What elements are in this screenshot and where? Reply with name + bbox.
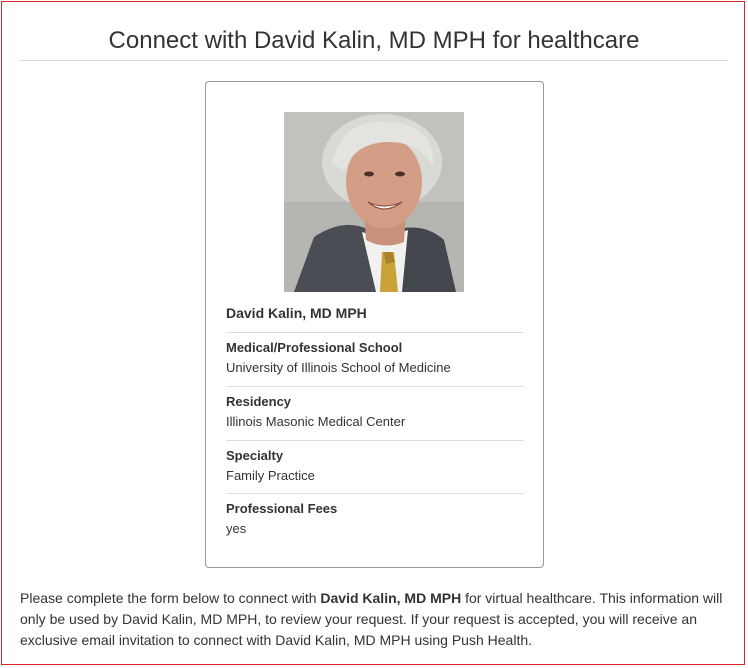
section-specialty: Specialty Family Practice — [226, 440, 523, 484]
intro-doctor-name: David Kalin, MD MPH — [320, 590, 462, 606]
doctor-name: David Kalin, MD MPH — [226, 305, 367, 321]
section-value: Illinois Masonic Medical Center — [226, 414, 406, 429]
section-medical-school: Medical/Professional School University o… — [226, 332, 523, 376]
doctor-photo — [284, 112, 464, 292]
section-residency: Residency Illinois Masonic Medical Cente… — [226, 386, 523, 430]
section-value: Family Practice — [226, 468, 315, 483]
section-label: Specialty — [226, 448, 284, 463]
section-label: Medical/Professional School — [226, 340, 403, 355]
page-title: Connect with David Kalin, MD MPH for hea… — [108, 27, 640, 54]
doctor-profile-card: David Kalin, MD MPH Medical/Professional… — [205, 81, 544, 568]
title-divider — [20, 60, 728, 61]
section-label: Professional Fees — [226, 501, 338, 516]
section-professional-fees: Professional Fees yes — [226, 493, 523, 537]
section-value: yes — [226, 521, 247, 536]
section-value: University of Illinois School of Medicin… — [226, 360, 451, 375]
intro-paragraph: Please complete the form below to connec… — [20, 588, 732, 651]
doctor-photo-illustration — [284, 112, 464, 292]
section-label: Residency — [226, 394, 292, 409]
intro-text-start: Please complete the form below to connec… — [20, 590, 321, 606]
